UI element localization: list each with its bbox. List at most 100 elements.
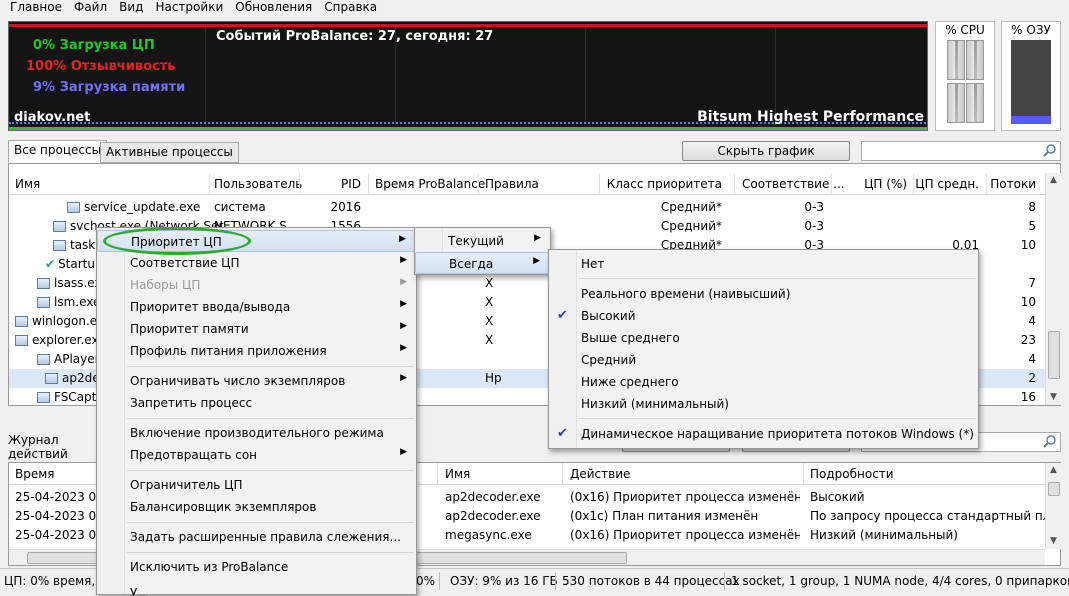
hide-graph-button[interactable]: Скрыть график xyxy=(682,141,850,161)
menu-item-cpu-sets[interactable]: Наборы ЦП ▶ xyxy=(97,274,416,296)
scroll-thumb[interactable] xyxy=(1048,331,1060,379)
log-column-details[interactable]: Подробности xyxy=(810,467,894,481)
cpu-meter-label: % CPU xyxy=(945,23,985,37)
priority-option-idle[interactable]: Низкий (минимальный) xyxy=(549,393,978,415)
priority-option-normal[interactable]: Средний xyxy=(549,349,978,371)
process-row[interactable]: service_update.exe система 2016 Средний* 0-3… xyxy=(9,198,1045,217)
process-name: lsm.exe xyxy=(54,295,101,309)
highlight-oval xyxy=(103,227,251,255)
process-name: explorer.exe xyxy=(32,333,106,347)
process-icon xyxy=(37,297,50,308)
column-name[interactable]: Имя xyxy=(15,177,40,191)
grid-line xyxy=(205,27,206,125)
priority-option-below-normal[interactable]: Ниже среднего xyxy=(549,371,978,393)
events-label: Событий ProBalance: 27, сегодня: 27 xyxy=(216,29,494,44)
menu-item-label: Задать расширенные правила слежения... xyxy=(130,530,401,544)
cell-threads: 8 xyxy=(1028,200,1036,214)
submenu-arrow-icon: ▶ xyxy=(400,343,407,353)
menu-item-disallow-process[interactable]: Запретить процесс xyxy=(97,392,416,414)
column-affinity[interactable]: Соответствие ... xyxy=(742,177,845,191)
status-ram: ОЗУ: 9% из 16 ГБ xyxy=(450,574,558,588)
column-threads[interactable]: Потоки xyxy=(986,177,1036,191)
menu-view[interactable]: Вид xyxy=(119,0,143,14)
menu-file[interactable]: Файл xyxy=(74,0,107,14)
menu-help[interactable]: Справка xyxy=(324,0,377,14)
submenu-arrow-icon: ▶ xyxy=(400,373,407,383)
log-cell-name: ap2decoder.exe xyxy=(445,509,541,523)
startup-check-icon: ✔ xyxy=(45,257,56,271)
priority-option-dynamic-boost[interactable]: ✔ Динамическое наращивание приоритета пот… xyxy=(549,423,978,445)
log-column-name[interactable]: Имя xyxy=(445,467,470,481)
search-icon[interactable] xyxy=(1043,143,1057,157)
menu-item-label: Ограничитель ЦП xyxy=(130,478,243,492)
menu-main[interactable]: Главное xyxy=(10,0,62,14)
column-priority-class[interactable]: Класс приоритета xyxy=(599,177,722,191)
cell-threads: 16 xyxy=(1020,390,1036,404)
priority-option-high[interactable]: ✔ Высокий xyxy=(549,305,978,327)
column-user[interactable]: Пользователь xyxy=(214,177,302,191)
cell-affinity: 0-3 xyxy=(804,200,824,214)
menu-item-cpu-affinity[interactable]: Соответствие ЦП ▶ xyxy=(97,252,416,274)
scroll-thumb[interactable] xyxy=(1048,482,1060,496)
priority-option-label: Нет xyxy=(581,257,605,271)
submenu-arrow-icon: ▶ xyxy=(533,256,540,266)
log-vertical-scrollbar[interactable]: ▲ ▼ xyxy=(1045,463,1061,549)
submenu-item-label: Всегда xyxy=(449,257,494,271)
grid-line xyxy=(585,27,586,125)
log-column-action[interactable]: Действие xyxy=(570,467,630,481)
menu-item-io-priority[interactable]: Приоритет ввода/вывода ▶ xyxy=(97,296,416,318)
scroll-up-arrow[interactable]: ▲ xyxy=(1046,463,1061,478)
process-icon xyxy=(15,316,28,327)
search-icon[interactable] xyxy=(1043,434,1057,448)
tab-all-processes[interactable]: Все процессы xyxy=(8,140,108,163)
priority-option-realtime[interactable]: Реального времени (наивысший) xyxy=(549,283,978,305)
log-cell-name: ap2decoder.exe xyxy=(445,490,541,504)
process-icon xyxy=(53,240,66,251)
brand-label: Bitsum Highest Performance xyxy=(697,109,924,125)
priority-option-none[interactable]: Нет xyxy=(549,253,978,275)
column-pid[interactable]: PID xyxy=(299,177,361,191)
priority-option-above-normal[interactable]: Выше среднего xyxy=(549,327,978,349)
submenu-arrow-icon: ▶ xyxy=(400,447,407,457)
responsiveness-label: 100% Отзывчивость xyxy=(26,59,176,74)
process-vertical-scrollbar[interactable]: ▲ ▼ xyxy=(1045,173,1061,405)
cell-threads: 7 xyxy=(1028,276,1036,290)
tab-active-processes[interactable]: Активные процессы xyxy=(100,142,239,163)
menu-item-exclude-probalance[interactable]: Исключить из ProBalance xyxy=(97,556,416,578)
column-cpu[interactable]: ЦП (%) xyxy=(831,177,907,191)
column-probalance-time[interactable]: Время ProBalance xyxy=(375,177,485,191)
priority-option-label: Высокий xyxy=(581,309,636,323)
performance-graph: 0% Загрузка ЦП 100% Отзывчивость 9% Загр… xyxy=(8,21,928,131)
scroll-down-arrow[interactable]: ▼ xyxy=(1046,534,1061,549)
menu-item-performance-mode[interactable]: Включение производительного режима xyxy=(97,422,416,444)
scroll-up-arrow[interactable]: ▲ xyxy=(1046,173,1061,188)
menu-item-more[interactable]: У... xyxy=(97,582,416,596)
menu-settings[interactable]: Настройки xyxy=(155,0,223,14)
menu-item-label: Исключить из ProBalance xyxy=(130,560,289,574)
menu-item-memory-priority[interactable]: Приоритет памяти ▶ xyxy=(97,318,416,340)
menu-item-label: Профиль питания приложения xyxy=(130,344,327,358)
menu-item-limit-instances[interactable]: Ограничивать число экземпляров ▶ xyxy=(97,370,416,392)
log-column-time[interactable]: Время xyxy=(15,467,55,481)
menu-item-prevent-sleep[interactable]: Предотвращать сон ▶ xyxy=(97,444,416,466)
menu-item-instance-balancer[interactable]: Балансировщик экземпляров xyxy=(97,496,416,518)
process-icon xyxy=(67,202,80,213)
menu-updates[interactable]: Обновления xyxy=(235,0,312,14)
cpu-core-2 xyxy=(966,40,984,80)
submenu-item-current[interactable]: Текущий ▶ xyxy=(415,230,550,252)
menu-item-label: Балансировщик экземпляров xyxy=(130,500,317,514)
column-rules[interactable]: Правила xyxy=(485,177,539,191)
menu-item-advanced-rules[interactable]: Задать расширенные правила слежения... xyxy=(97,526,416,548)
scroll-down-arrow[interactable]: ▼ xyxy=(1046,390,1061,405)
column-cpu-avg[interactable]: ЦП средн. xyxy=(913,177,979,191)
menu-item-power-profile[interactable]: Профиль питания приложения ▶ xyxy=(97,340,416,362)
priority-option-label: Низкий (минимальный) xyxy=(581,397,729,411)
status-threads: 530 потоков в 44 процессах xyxy=(562,574,740,588)
submenu-item-always[interactable]: Всегда ▶ xyxy=(415,252,550,274)
submenu-arrow-icon: ▶ xyxy=(400,277,407,287)
process-search-input[interactable] xyxy=(861,141,1061,161)
menu-item-cpu-limiter[interactable]: Ограничитель ЦП xyxy=(97,474,416,496)
ram-meter-fill xyxy=(1011,116,1051,124)
process-icon xyxy=(45,373,58,384)
log-cell-action: (0x16) Приоритет процесса изменён на xyxy=(570,490,800,504)
